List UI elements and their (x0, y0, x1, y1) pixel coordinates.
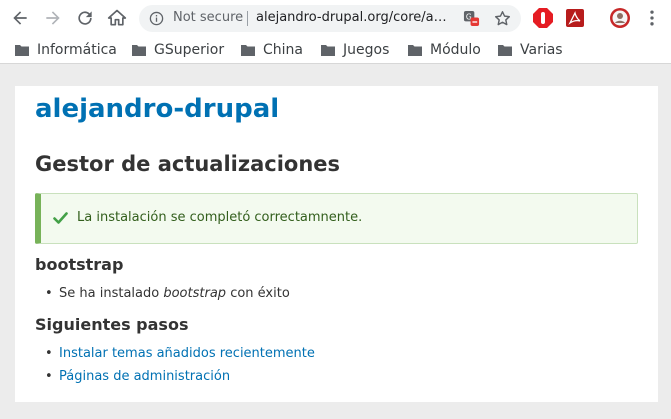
back-arrow-icon[interactable] (8, 6, 32, 30)
star-icon[interactable] (493, 9, 512, 28)
page-content: alejandro-drupal Gestor de actualizacion… (15, 86, 658, 402)
reload-icon[interactable] (73, 6, 97, 30)
project-heading: bootstrap (35, 255, 124, 274)
site-name-link[interactable]: alejandro-drupal (35, 94, 279, 124)
forward-arrow-icon[interactable] (41, 6, 65, 30)
bookmark-label: Varias (520, 42, 563, 58)
pdf-extension-icon[interactable] (564, 7, 586, 29)
bookmark-label: Juegos (343, 42, 390, 58)
bookmark-folder[interactable]: Módulo (408, 40, 481, 60)
security-label: Not secure (173, 10, 244, 25)
address-bar[interactable]: Not secure alejandro-drupal.org/core/aut… (139, 5, 521, 32)
list-item-prefix: Se ha instalado (59, 286, 160, 301)
folder-icon (408, 45, 422, 56)
folder-icon (241, 45, 255, 56)
bookmark-folder[interactable]: Informática (15, 40, 117, 60)
menu-icon[interactable] (640, 6, 664, 30)
list-item-suffix: con éxito (230, 286, 290, 301)
folder-icon (321, 45, 335, 56)
info-icon[interactable] (149, 11, 164, 26)
translate-icon[interactable]: G (463, 10, 480, 27)
bookmark-folder[interactable]: China (241, 40, 303, 60)
list-item: • Instalar temas añadidos recientemente (45, 346, 315, 361)
page-title: Gestor de actualizaciones (35, 152, 341, 176)
folder-icon (132, 45, 146, 56)
bookmark-label: China (263, 42, 303, 58)
admin-pages-link[interactable]: Páginas de administración (59, 369, 230, 384)
status-message-text: La instalación se completó correctamnent… (77, 210, 363, 225)
bookmark-folder[interactable]: Varias (498, 40, 563, 60)
project-name: bootstrap (163, 286, 227, 301)
bookmark-label: Módulo (430, 42, 481, 58)
home-icon[interactable] (105, 6, 129, 30)
checkmark-icon (53, 212, 68, 224)
omnibox-divider (247, 11, 248, 26)
folder-icon (498, 45, 512, 56)
bookmark-label: GSuperior (154, 42, 225, 58)
folder-icon (15, 45, 29, 56)
adblock-extension-icon[interactable] (532, 7, 554, 29)
url-text[interactable]: alejandro-drupal.org/core/authorize.php (256, 10, 452, 25)
list-item: • Páginas de administración (45, 369, 231, 384)
status-message: La instalación se completó correctamnent… (35, 193, 638, 244)
bookmark-label: Informática (37, 42, 117, 58)
next-steps-heading: Siguientes pasos (35, 315, 189, 334)
bookmark-folder[interactable]: Juegos (321, 40, 389, 60)
avatar[interactable] (609, 7, 631, 29)
list-item: • Se ha instalado bootstrap con éxito (45, 286, 290, 301)
bookmark-folder[interactable]: GSuperior (132, 40, 224, 60)
bookmarks-bar: Informática GSuperior China Juegos Módul… (0, 36, 671, 64)
browser-toolbar: Not secure alejandro-drupal.org/core/aut… (0, 0, 671, 36)
install-themes-link[interactable]: Instalar temas añadidos recientemente (59, 346, 315, 361)
